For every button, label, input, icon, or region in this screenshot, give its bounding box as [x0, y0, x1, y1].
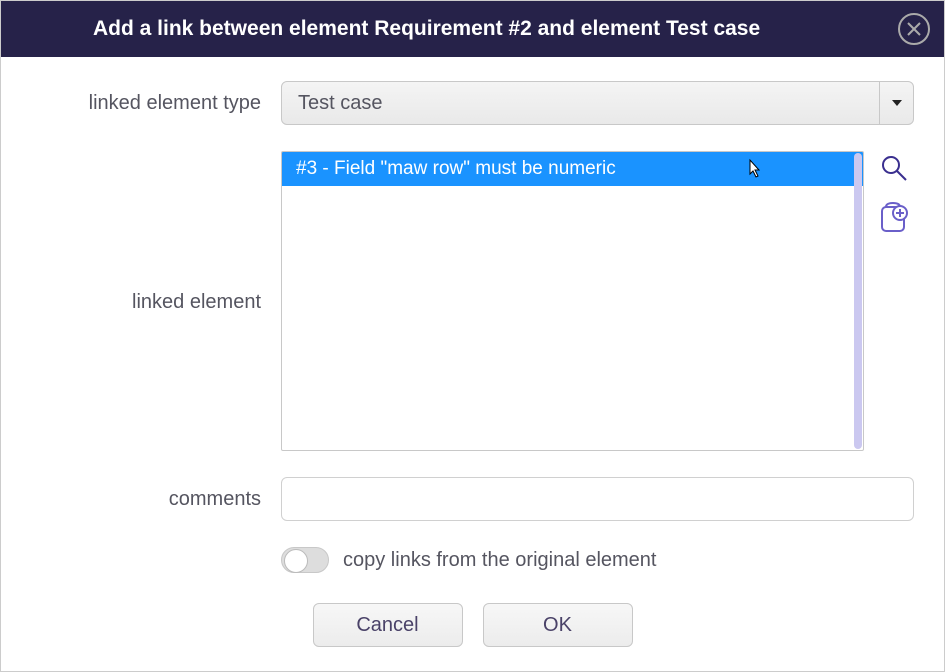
list-scrollbar[interactable]: [854, 153, 862, 449]
linked-element-listbox[interactable]: #3 - Field "maw row" must be numeric: [281, 151, 864, 451]
close-button[interactable]: [898, 13, 930, 45]
label-comments: comments: [31, 488, 281, 511]
row-type: linked element type Test case: [31, 81, 914, 125]
chevron-down-icon: [879, 82, 913, 124]
dialog-body: linked element type Test case linked ele…: [1, 57, 944, 671]
copy-links-toggle[interactable]: [281, 547, 329, 573]
close-icon: [906, 21, 922, 37]
label-copy-links: copy links from the original element: [343, 549, 656, 572]
list-item-text: #3 - Field "maw row" must be numeric: [296, 158, 616, 180]
label-linked-element: linked element: [31, 151, 281, 314]
linked-element-type-select[interactable]: Test case: [281, 81, 914, 125]
cancel-button[interactable]: Cancel: [313, 603, 463, 647]
select-value: Test case: [282, 92, 879, 115]
row-copy-links: copy links from the original element: [281, 547, 914, 573]
dialog-title: Add a link between element Requirement #…: [23, 17, 922, 41]
titlebar: Add a link between element Requirement #…: [1, 1, 944, 57]
comments-input[interactable]: [281, 477, 914, 521]
add-link-dialog: Add a link between element Requirement #…: [0, 0, 945, 672]
search-icon[interactable]: [879, 153, 909, 183]
row-linked-element: linked element #3 - Field "maw row" must…: [31, 151, 914, 451]
button-row: Cancel OK: [31, 603, 914, 647]
ok-button[interactable]: OK: [483, 603, 633, 647]
add-element-icon[interactable]: [879, 201, 909, 233]
label-linked-element-type: linked element type: [31, 92, 281, 115]
listbox-side-icons: [874, 151, 914, 233]
list-item[interactable]: #3 - Field "maw row" must be numeric: [282, 152, 863, 186]
row-comments: comments: [31, 477, 914, 521]
cursor-icon: [745, 158, 763, 185]
